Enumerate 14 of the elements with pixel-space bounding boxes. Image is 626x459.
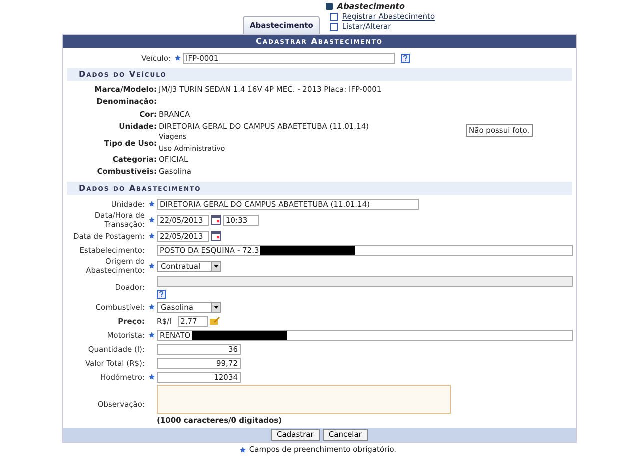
section-header: Dados do Abastecimento [67,182,572,195]
input-field[interactable] [157,276,573,287]
menu-icon [326,3,334,10]
caret-icon [214,306,218,308]
help-icon[interactable] [401,54,410,62]
help-icon[interactable] [157,290,166,299]
form-title: Cadastrar Abastecimento [63,35,576,48]
calendar-icon[interactable] [211,215,221,225]
calendar-icon[interactable] [211,231,221,241]
required-icon [240,446,246,452]
pencil-icon[interactable] [210,316,220,326]
section-header: Dados do Veículo [67,68,572,81]
caret-icon [214,264,218,268]
menu-title: Abastecimento [337,2,405,11]
